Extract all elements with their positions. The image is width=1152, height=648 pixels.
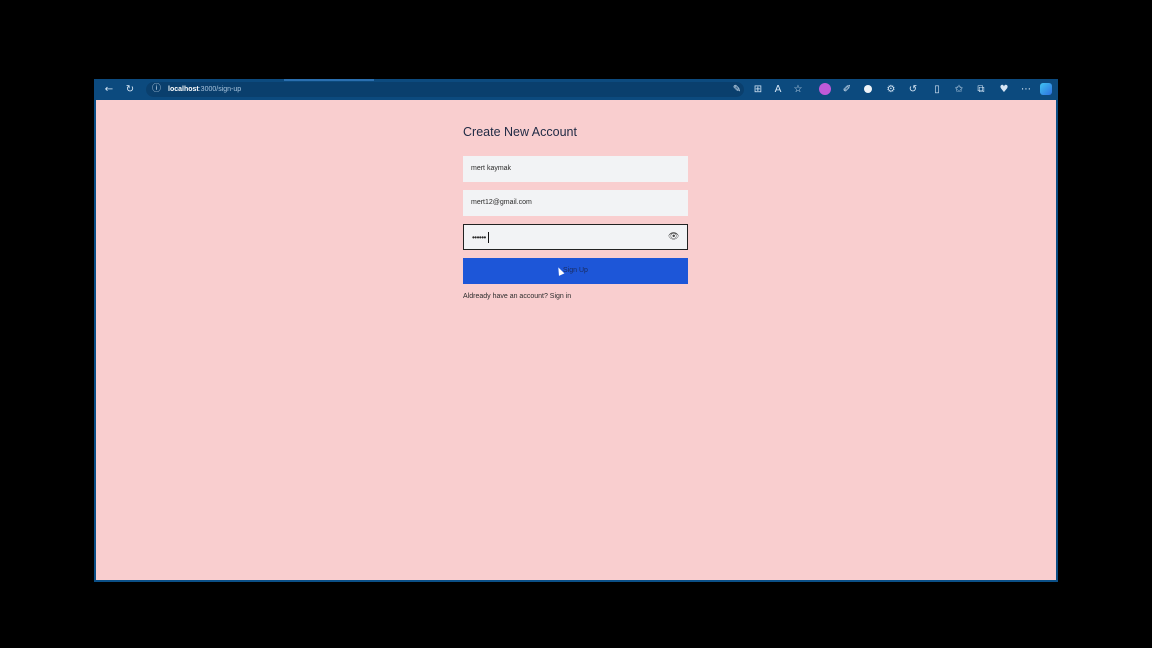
password-value: •••••• xyxy=(472,233,486,242)
refresh-icon[interactable]: ↻ xyxy=(123,83,137,97)
address-url[interactable]: localhost:3000/sign-up xyxy=(168,82,241,97)
favorite-star-icon[interactable]: ☆ xyxy=(791,83,805,97)
address-bar[interactable]: ⓘ localhost:3000/sign-up xyxy=(146,82,744,97)
page-viewport: Create New Account mert kaymak mert12@gm… xyxy=(96,100,1056,580)
url-host: localhost xyxy=(168,86,199,93)
url-path: :3000/sign-up xyxy=(198,86,242,93)
eye-icon[interactable]: 👁 xyxy=(668,232,679,243)
read-aloud-icon[interactable]: A xyxy=(771,83,785,97)
signin-prompt: Aldready have an account? Sign in xyxy=(463,293,571,300)
page-title: Create New Account xyxy=(463,125,577,139)
collections-icon[interactable]: ⧉ xyxy=(974,83,988,97)
name-value: mert kaymak xyxy=(471,165,512,172)
split-screen-icon[interactable]: ▯ xyxy=(930,83,944,97)
edit-icon[interactable]: ✎ xyxy=(730,83,744,97)
active-tab-indicator xyxy=(284,79,374,81)
favorites-icon[interactable]: ✩ xyxy=(952,83,966,97)
signin-prompt-text: Aldready have an account? xyxy=(463,293,548,300)
pen-icon[interactable]: ✐ xyxy=(840,83,854,97)
email-value: mert12@gmail.com xyxy=(471,199,532,206)
browser-window: ← ↻ ⓘ localhost:3000/sign-up ✎ ⊞ A ☆ ✐ ⚙… xyxy=(94,79,1058,582)
back-icon[interactable]: ← xyxy=(102,83,116,97)
email-field[interactable]: mert12@gmail.com xyxy=(463,190,688,216)
info-icon[interactable]: ⓘ xyxy=(152,82,161,97)
browser-toolbar: ← ↻ ⓘ localhost:3000/sign-up ✎ ⊞ A ☆ ✐ ⚙… xyxy=(94,79,1058,100)
settings-icon[interactable]: ⚙ xyxy=(884,83,898,97)
copilot-icon[interactable] xyxy=(1040,83,1052,95)
password-field[interactable]: •••••• 👁 xyxy=(463,224,688,250)
sync-icon[interactable]: ↺ xyxy=(906,83,920,97)
grid-icon[interactable]: ⊞ xyxy=(751,83,765,97)
heart-icon[interactable]: ♥ xyxy=(997,83,1011,97)
more-icon[interactable]: ⋯ xyxy=(1019,83,1033,97)
circle-icon[interactable] xyxy=(864,85,872,93)
name-field[interactable]: mert kaymak xyxy=(463,156,688,182)
sign-up-button[interactable]: Sign Up xyxy=(463,258,688,284)
signin-link[interactable]: Sign in xyxy=(550,293,571,300)
extension-icon[interactable] xyxy=(819,83,831,95)
text-caret xyxy=(488,232,489,243)
sign-up-button-label: Sign Up xyxy=(563,267,588,274)
